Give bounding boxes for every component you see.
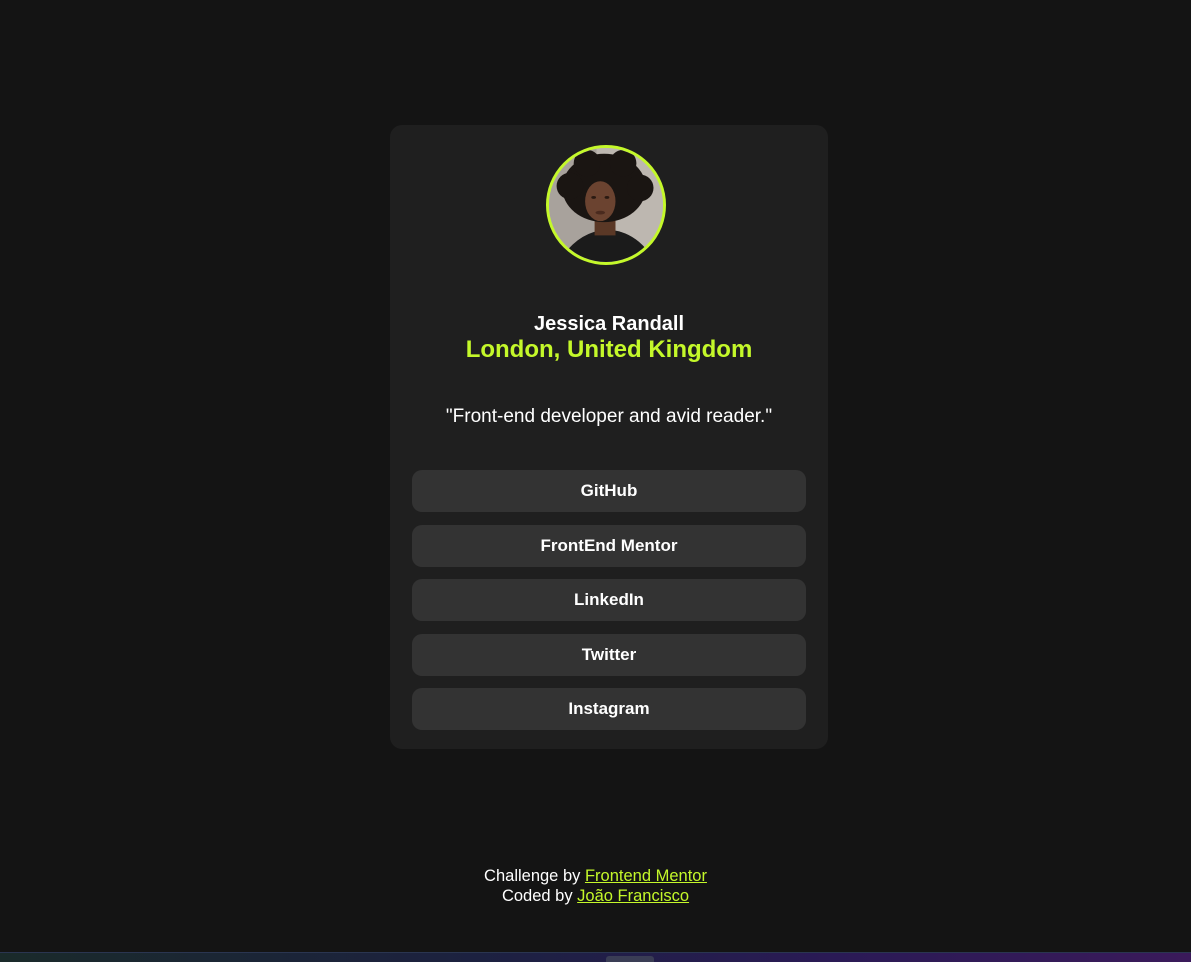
profile-card: Jessica Randall London, United Kingdom "… <box>390 125 828 749</box>
social-links-list: GitHub FrontEnd Mentor LinkedIn Twitter … <box>412 470 806 743</box>
linkedin-link-button[interactable]: LinkedIn <box>412 579 806 622</box>
avatar <box>546 145 666 265</box>
taskbar-strip <box>0 952 1191 962</box>
frontend-mentor-link-button[interactable]: FrontEnd Mentor <box>412 524 806 567</box>
author-link[interactable]: João Francisco <box>577 887 689 905</box>
twitter-link-button[interactable]: Twitter <box>412 633 806 676</box>
avatar-portrait-image <box>549 148 663 262</box>
frontend-mentor-link[interactable]: Frontend Mentor <box>585 867 707 885</box>
profile-bio: "Front-end developer and avid reader." <box>445 406 773 427</box>
coded-by-attribution: Coded by João Francisco <box>0 886 1191 906</box>
instagram-link-button[interactable]: Instagram <box>412 688 806 731</box>
github-link-button[interactable]: GitHub <box>412 470 806 512</box>
profile-location: London, United Kingdom <box>465 336 753 363</box>
challenge-attribution: Challenge by Frontend Mentor <box>0 866 1191 886</box>
attribution-footer: Challenge by Frontend Mentor Coded by Jo… <box>0 866 1191 906</box>
challenge-prefix: Challenge by <box>484 867 581 885</box>
coded-prefix: Coded by <box>501 887 573 905</box>
profile-name: Jessica Randall <box>533 313 685 335</box>
taskbar-tab <box>606 956 654 962</box>
